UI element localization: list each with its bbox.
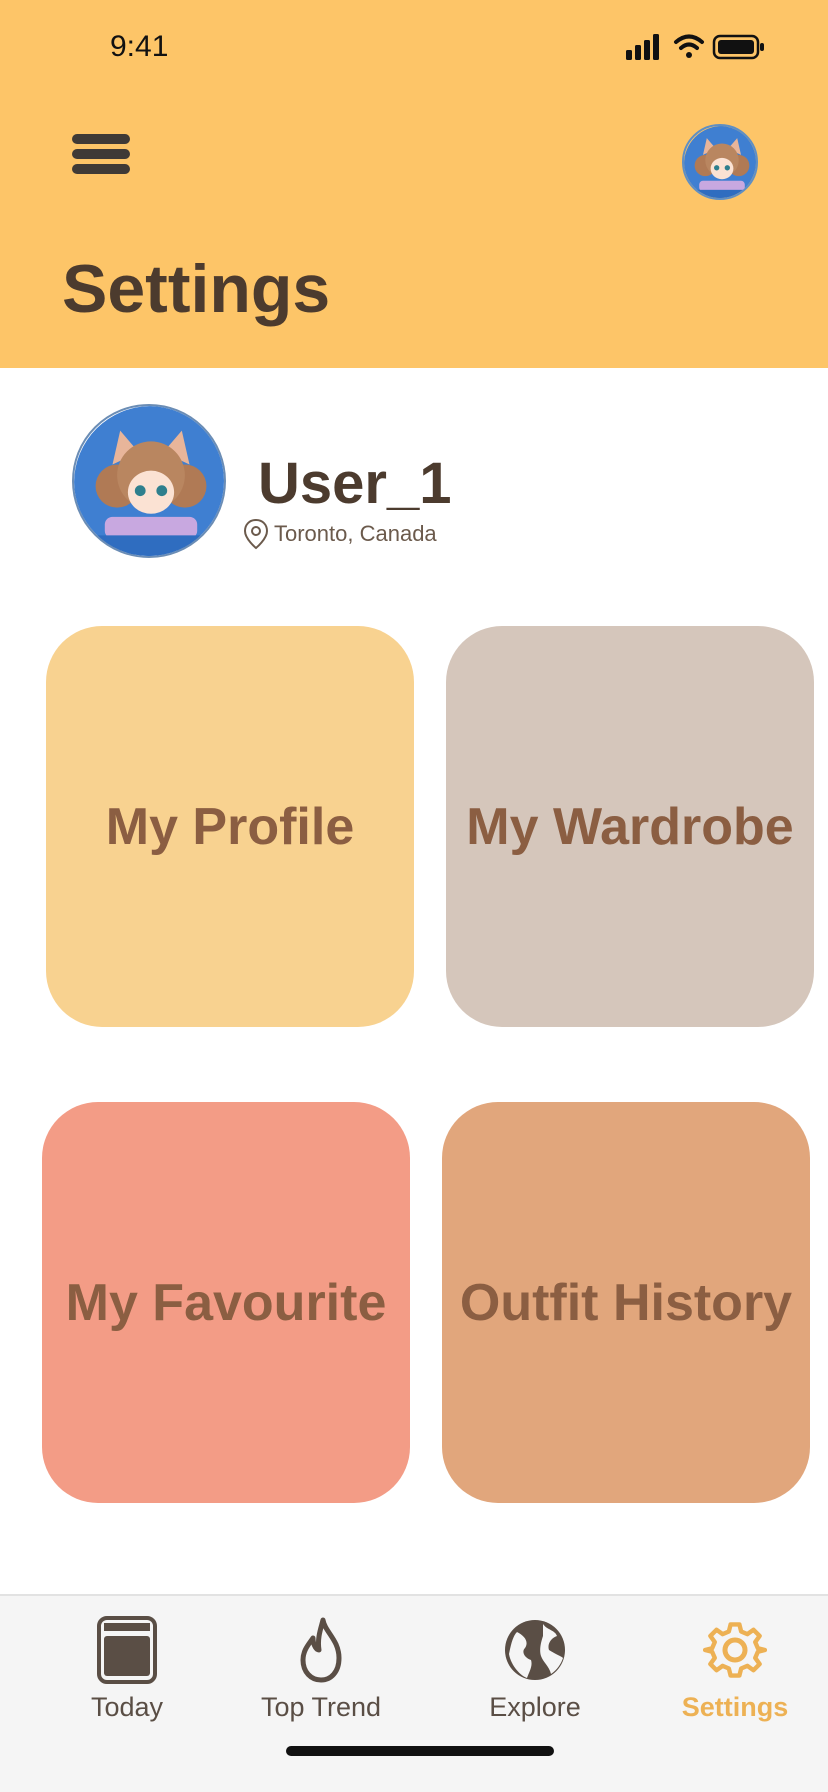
my-wardrobe-tile[interactable]: My Wardrobe <box>446 626 814 1027</box>
app-header: 9:41 Settings <box>0 0 828 368</box>
flame-icon <box>300 1617 342 1683</box>
page-title: Settings <box>62 251 331 327</box>
my-profile-tile[interactable]: My Profile <box>46 626 414 1027</box>
tile-label: Outfit History <box>459 1273 793 1332</box>
profile-avatar[interactable] <box>72 404 226 558</box>
wifi-icon <box>674 34 704 58</box>
tab-label: Top Trend <box>260 1692 382 1722</box>
tab-today[interactable]: Today <box>42 1616 212 1736</box>
my-favourite-tile[interactable]: My Favourite <box>42 1102 410 1503</box>
tab-bar: Today Top Trend Explore Settings <box>0 1594 828 1792</box>
tile-label: My Wardrobe <box>466 797 794 856</box>
signal-icon <box>626 34 659 60</box>
tab-label: Today <box>90 1692 164 1722</box>
avatar-image <box>684 126 756 198</box>
menu-icon-bar <box>72 149 130 159</box>
location-text: Toronto, Canada <box>274 521 437 546</box>
tab-explore[interactable]: Explore <box>450 1616 620 1736</box>
tab-settings[interactable]: Settings <box>650 1616 820 1736</box>
header-avatar[interactable] <box>682 124 758 200</box>
avatar-image <box>74 406 224 556</box>
calendar-icon <box>97 1616 157 1684</box>
tile-label: My Favourite <box>65 1273 387 1332</box>
location: Toronto, Canada <box>242 518 437 550</box>
tile-label: My Profile <box>105 797 355 856</box>
status-time: 9:41 <box>110 30 169 63</box>
battery-icon <box>712 34 764 60</box>
menu-icon-bar <box>72 164 130 174</box>
tab-top-trend[interactable]: Top Trend <box>236 1616 406 1736</box>
username: User_1 <box>258 451 452 516</box>
status-icons <box>626 34 764 60</box>
tab-label: Explore <box>489 1692 581 1722</box>
home-indicator[interactable] <box>286 1746 554 1756</box>
outfit-history-tile[interactable]: Outfit History <box>442 1102 810 1503</box>
menu-button[interactable] <box>72 134 130 174</box>
gear-icon <box>703 1622 767 1678</box>
globe-icon <box>505 1620 565 1680</box>
menu-icon-bar <box>72 134 130 144</box>
location-pin-icon <box>243 518 269 550</box>
tab-label: Settings <box>681 1692 789 1722</box>
